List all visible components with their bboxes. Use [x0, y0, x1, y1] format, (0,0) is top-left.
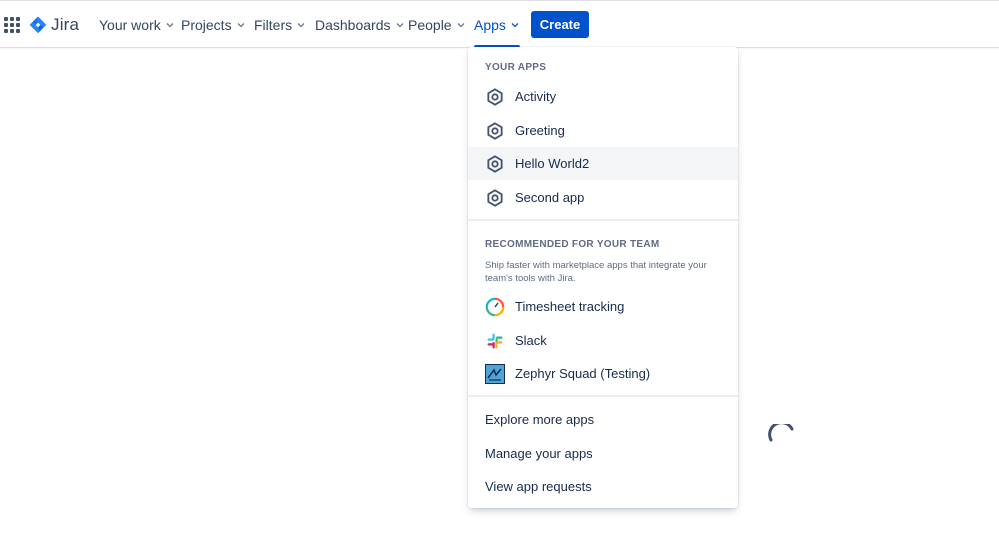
- timesheet-icon: [485, 297, 505, 317]
- nav-label: Dashboards: [315, 17, 391, 33]
- create-button[interactable]: Create: [531, 11, 589, 38]
- recommended-heading: RECOMMENDED FOR YOUR TEAM: [485, 239, 660, 250]
- nav-your-work[interactable]: Your work: [99, 16, 175, 34]
- forge-app-icon: [485, 154, 505, 174]
- your-apps-heading: YOUR APPS: [485, 62, 547, 73]
- loading-spinner-icon: [768, 424, 794, 442]
- menu-divider: [468, 219, 738, 221]
- app-item-label: Activity: [515, 89, 557, 104]
- forge-app-icon: [485, 121, 505, 141]
- zephyr-icon: [485, 363, 505, 384]
- chevron-down-icon: [237, 23, 245, 28]
- recommended-item-zephyr[interactable]: Zephyr Squad (Testing): [468, 357, 738, 390]
- menu-divider: [468, 395, 738, 397]
- app-switcher-grid-icon[interactable]: [4, 17, 20, 33]
- nav-dashboards[interactable]: Dashboards: [315, 16, 405, 34]
- recommended-item-label: Slack: [515, 333, 547, 348]
- nav-label: Projects: [181, 17, 232, 33]
- app-item-hello-world2[interactable]: Hello World2: [468, 147, 738, 180]
- nav-label: Filters: [254, 17, 293, 33]
- slack-icon: [485, 331, 505, 351]
- link-label: Manage your apps: [485, 446, 593, 461]
- jira-logo-icon: [29, 16, 47, 34]
- jira-logo[interactable]: Jira: [29, 15, 79, 35]
- view-app-requests-link[interactable]: View app requests: [468, 470, 738, 503]
- app-item-label: Greeting: [515, 123, 565, 138]
- recommended-description: Ship faster with marketplace apps that i…: [485, 260, 707, 284]
- link-label: View app requests: [485, 479, 592, 494]
- nav-filters[interactable]: Filters: [254, 16, 306, 34]
- recommended-item-timesheet[interactable]: Timesheet tracking: [468, 290, 738, 323]
- forge-app-icon: [485, 87, 505, 107]
- chevron-down-icon: [396, 23, 403, 28]
- chevron-down-icon: [511, 23, 519, 28]
- nav-label: People: [408, 17, 452, 33]
- recommended-item-label: Timesheet tracking: [515, 299, 625, 314]
- app-item-greeting[interactable]: Greeting: [468, 114, 738, 147]
- nav-label: Apps: [474, 17, 506, 33]
- nav-projects[interactable]: Projects: [181, 16, 246, 34]
- apps-dropdown-menu: YOUR APPS Activity Greeting Hello World2…: [468, 47, 738, 508]
- forge-app-icon: [485, 188, 505, 208]
- manage-your-apps-link[interactable]: Manage your apps: [468, 437, 738, 470]
- nav-apps[interactable]: Apps: [474, 16, 520, 48]
- nav-label: Your work: [99, 17, 161, 33]
- app-item-label: Second app: [515, 190, 585, 205]
- app-item-label: Hello World2: [515, 156, 590, 171]
- chevron-down-icon: [457, 23, 465, 28]
- app-item-activity[interactable]: Activity: [468, 80, 738, 113]
- recommended-item-label: Zephyr Squad (Testing): [515, 366, 651, 381]
- chevron-down-icon: [166, 23, 174, 28]
- chevron-down-icon: [297, 23, 305, 28]
- recommended-item-slack[interactable]: Slack: [468, 324, 738, 357]
- app-item-second-app[interactable]: Second app: [468, 181, 738, 214]
- jira-logo-text: Jira: [51, 15, 80, 34]
- link-label: Explore more apps: [485, 412, 595, 427]
- nav-people[interactable]: People: [408, 16, 466, 34]
- explore-more-apps-link[interactable]: Explore more apps: [468, 403, 738, 436]
- top-navigation-bar: Jira Your work Projects Filters Dashboar…: [0, 0, 999, 48]
